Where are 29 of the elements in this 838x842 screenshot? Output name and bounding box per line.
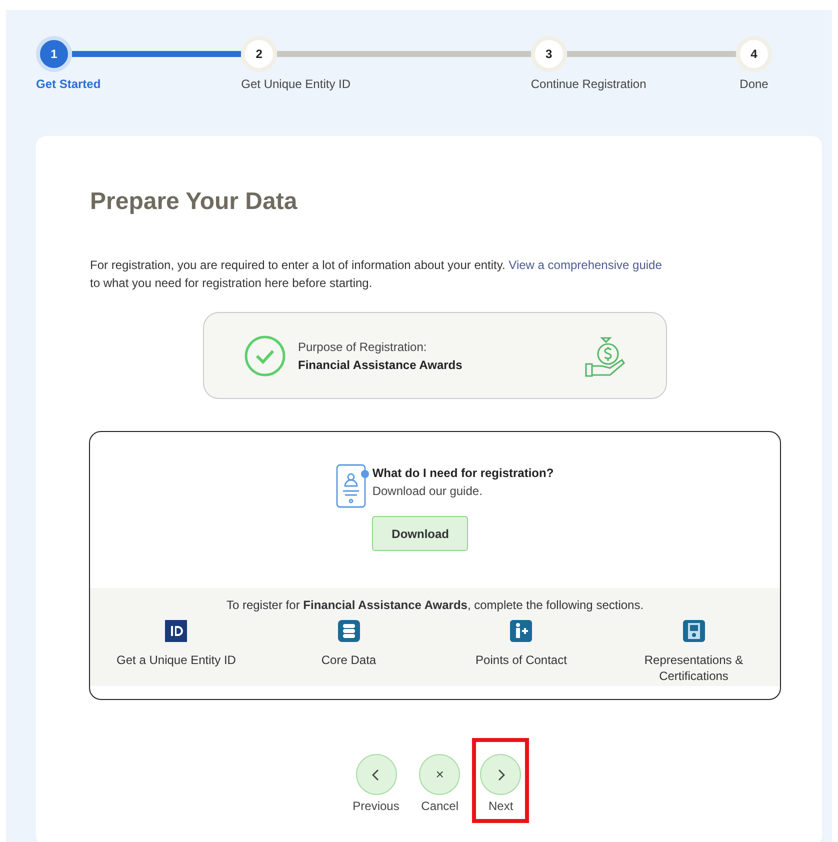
section-label: Points of Contact	[474, 652, 568, 668]
guide-heading: What do I need for registration?	[372, 465, 554, 482]
nav-label: Next	[488, 798, 514, 815]
nav-label: Cancel	[421, 798, 459, 815]
database-icon	[338, 620, 360, 642]
sections-intro: To register for Financial Assistance Awards, complete the following sections.	[226, 597, 644, 614]
nav-label: Previous	[352, 798, 400, 815]
purpose-value: Financial Assistance Awards	[298, 356, 464, 374]
step-label: Done	[740, 76, 768, 92]
page-title: Prepare Your Data	[90, 187, 298, 217]
nav-circle-button[interactable]	[356, 754, 396, 795]
purpose-label: Purpose of Registration:	[298, 338, 428, 356]
step-label: Continue Registration	[530, 76, 646, 92]
check-circle-icon	[244, 334, 286, 376]
nav-circle-button[interactable]: ×	[419, 754, 460, 795]
section-label: Representations & Certifications	[643, 652, 744, 684]
nav-circle-button[interactable]	[480, 754, 522, 795]
step-label: Get Unique Entity ID	[241, 76, 351, 92]
intro-paragraph: For registration, you are required to enter a lot of information about your entity. View a comprehensive guide to what you need for registration here before starting.	[90, 257, 663, 292]
step-label: Get Started	[36, 76, 101, 92]
certificate-icon	[682, 620, 705, 642]
guide-link[interactable]: View a comprehensive guide	[508, 258, 662, 272]
guide-subtext: Download our guide.	[372, 483, 484, 500]
section-label: Core Data	[320, 652, 378, 668]
download-button[interactable]: Download	[372, 516, 468, 551]
id-card-icon	[165, 620, 188, 642]
person-add-icon	[510, 620, 532, 642]
document-person-icon	[336, 464, 370, 510]
section-label: Get a Unique Entity ID	[116, 652, 236, 668]
